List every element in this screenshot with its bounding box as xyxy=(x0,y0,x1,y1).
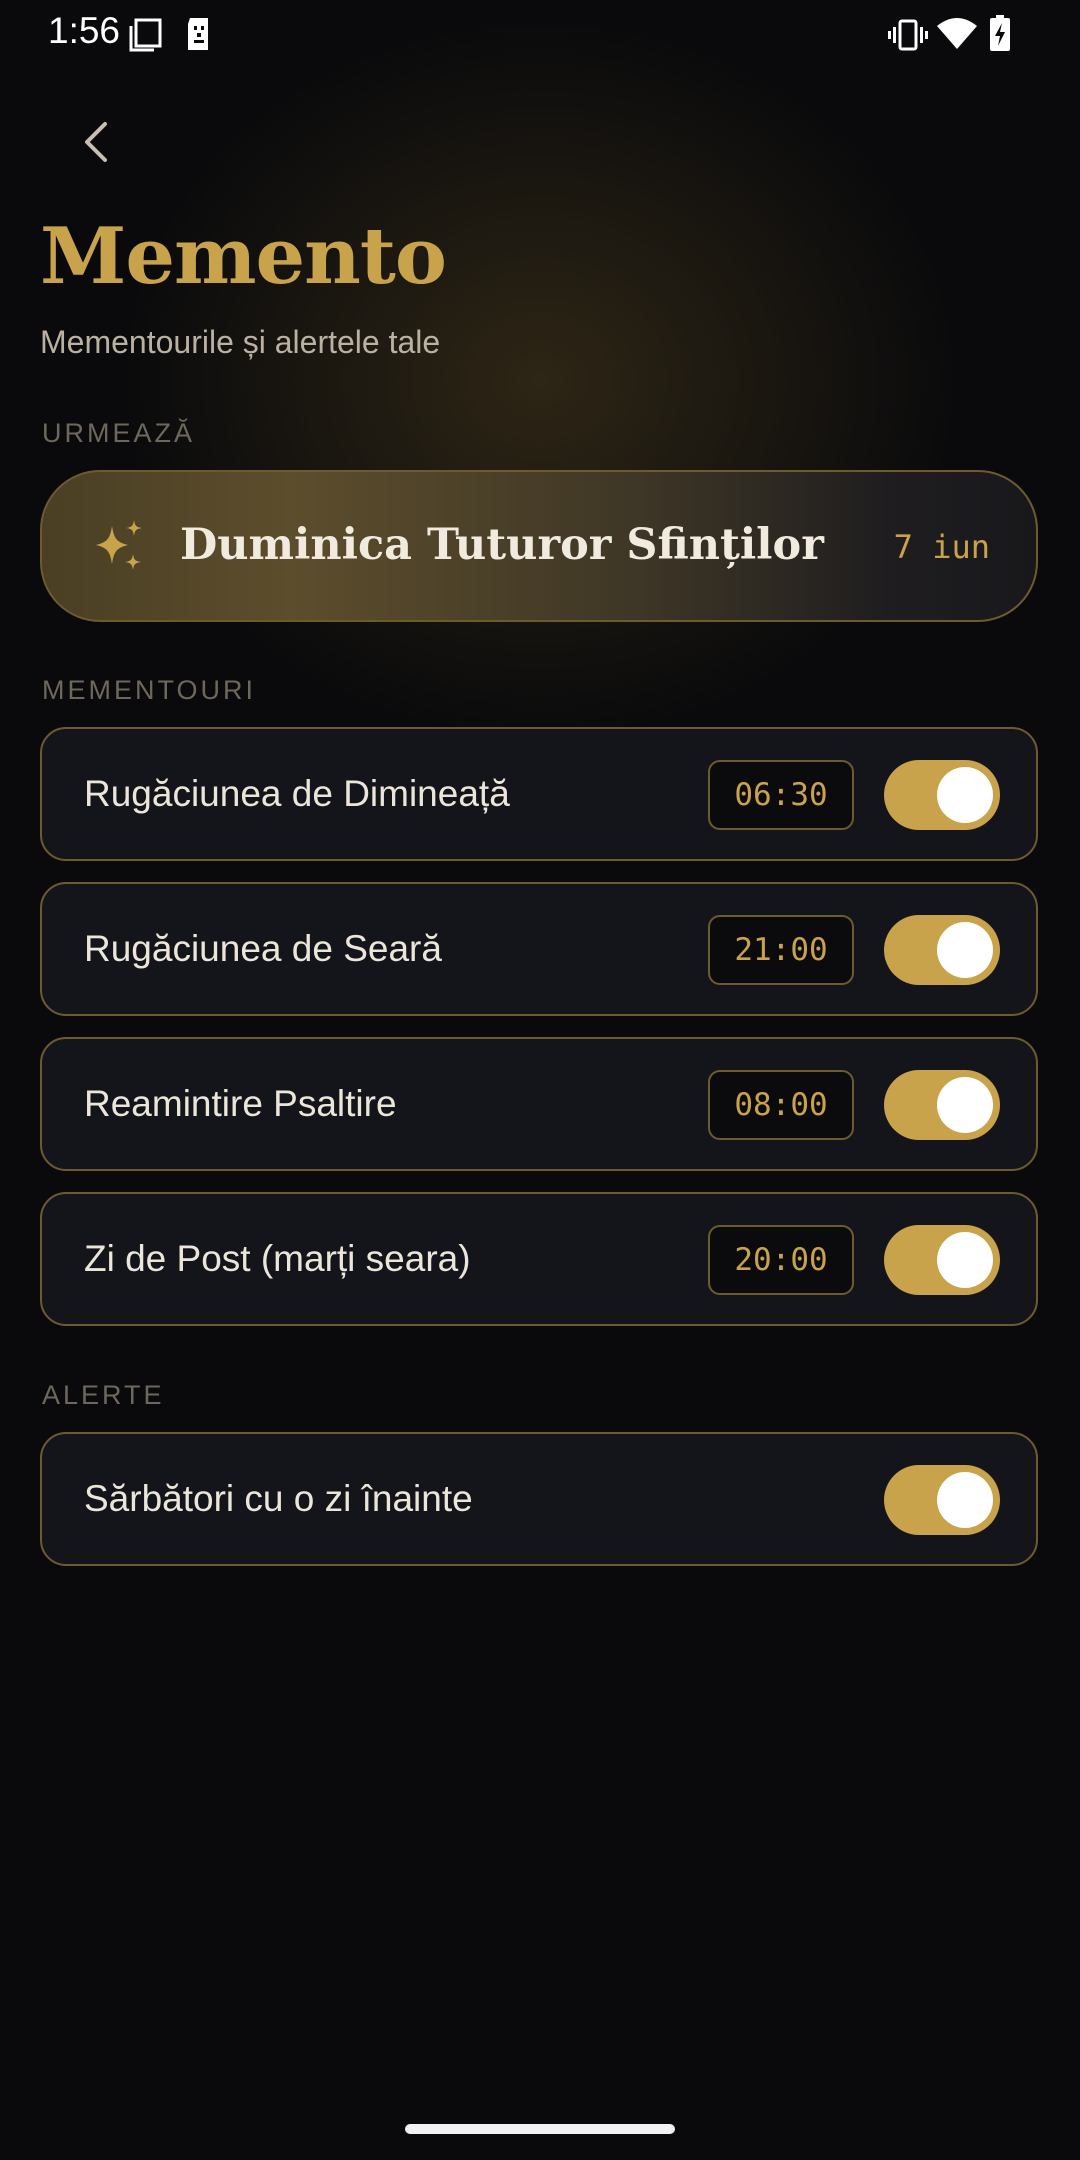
toggle-knob xyxy=(937,1077,993,1133)
section-label-next: URMEAZĂ xyxy=(42,418,196,448)
toggle-knob xyxy=(937,767,993,823)
reminder-row: Zi de Post (marți seara) 20:00 xyxy=(40,1192,1038,1326)
reminder-toggle[interactable] xyxy=(884,760,1000,830)
alert-toggle[interactable] xyxy=(884,1465,1000,1535)
reminder-toggle[interactable] xyxy=(884,1070,1000,1140)
reminder-time-chip[interactable]: 08:00 xyxy=(708,1070,854,1140)
sparkles-icon xyxy=(96,520,142,570)
toggle-knob xyxy=(937,922,993,978)
next-event-card[interactable]: Duminica Tuturor Sfinților 7 iun xyxy=(40,470,1038,622)
toggle-knob xyxy=(937,1232,993,1288)
reminder-time-chip[interactable]: 06:30 xyxy=(708,760,854,830)
reminder-row: Rugăciunea de Seară 21:00 xyxy=(40,882,1038,1016)
reminder-time-chip[interactable]: 21:00 xyxy=(708,915,854,985)
reminder-row: Rugăciunea de Dimineață 06:30 xyxy=(40,727,1038,861)
reminder-label: Zi de Post (marți seara) xyxy=(84,1238,471,1279)
reminder-time-chip[interactable]: 20:00 xyxy=(708,1225,854,1295)
alert-label: Sărbători cu o zi înainte xyxy=(84,1478,473,1519)
next-event-date: 7 iun xyxy=(893,528,990,566)
chevron-left-icon xyxy=(85,122,107,162)
reminder-label: Rugăciunea de Seară xyxy=(84,928,442,969)
vibrate-icon xyxy=(888,19,928,51)
wifi-icon xyxy=(937,18,977,49)
sim-card-icon xyxy=(188,18,208,50)
reminder-label: Reamintire Psaltire xyxy=(84,1083,397,1124)
home-indicator[interactable] xyxy=(405,2124,675,2134)
battery-charging-icon xyxy=(990,15,1010,51)
screenshot-icon xyxy=(129,18,162,52)
section-label-reminders: MEMENTOURI xyxy=(42,675,257,705)
status-bar: 1:56 xyxy=(0,0,1080,68)
reminder-row: Reamintire Psaltire 08:00 xyxy=(40,1037,1038,1171)
reminder-toggle[interactable] xyxy=(884,915,1000,985)
status-time: 1:56 xyxy=(48,10,121,51)
next-event-title: Duminica Tuturor Sfinților xyxy=(180,520,824,570)
back-button[interactable] xyxy=(66,112,126,172)
toggle-knob xyxy=(937,1472,993,1528)
reminder-toggle[interactable] xyxy=(884,1225,1000,1295)
section-label-alerts: ALERTE xyxy=(42,1380,165,1410)
reminder-label: Rugăciunea de Dimineață xyxy=(84,773,510,814)
alert-row: Sărbători cu o zi înainte xyxy=(40,1432,1038,1566)
page-title: Memento xyxy=(40,211,447,302)
page-subtitle: Mementourile și alertele tale xyxy=(40,324,441,360)
